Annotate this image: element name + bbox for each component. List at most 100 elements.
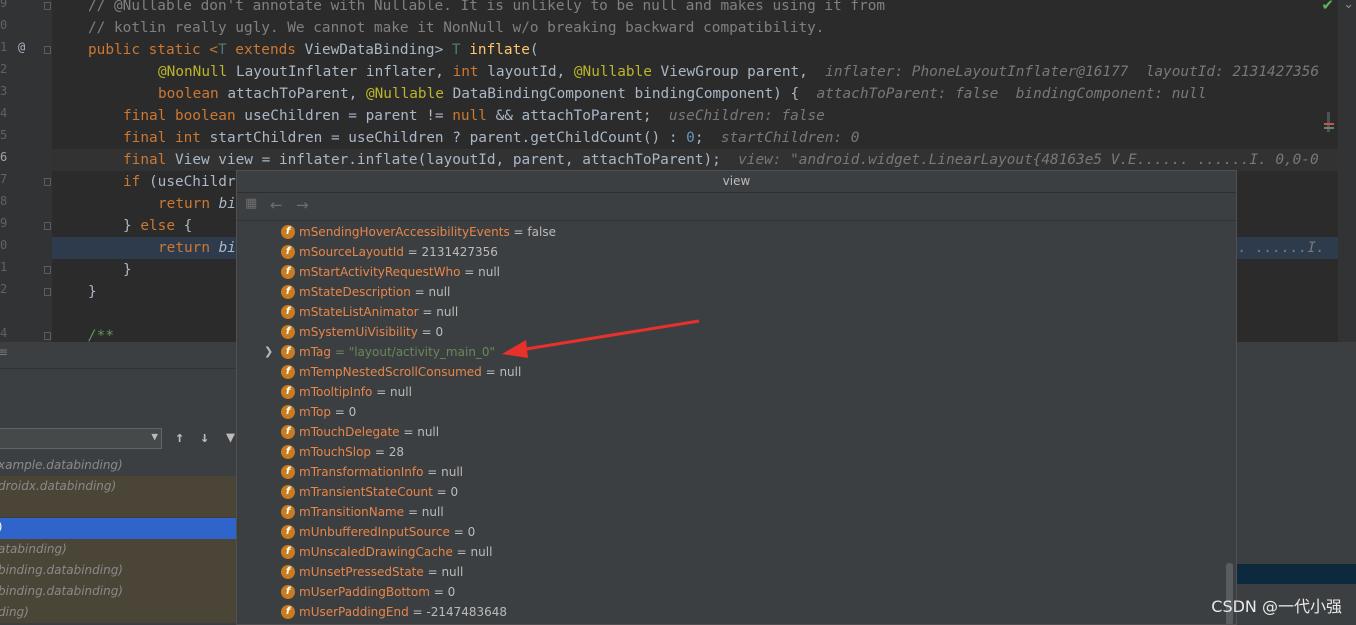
back-arrow-icon[interactable]: ←: [270, 196, 283, 214]
code-text: bi: [209, 196, 236, 212]
field-name: mStartActivityRequestWho: [299, 265, 461, 279]
code-line[interactable]: // kotlin really ugly. We cannot make it…: [52, 17, 1356, 39]
line-number: 7: [0, 172, 8, 186]
field-value: = null: [423, 465, 463, 479]
line-number: 3: [0, 84, 8, 98]
line-number: 4: [0, 326, 8, 340]
field-row[interactable]: f mUserPaddingEnd = -2147483648: [237, 602, 1236, 622]
stack-frame[interactable]: droidx.databinding): [0, 476, 236, 517]
code-line[interactable]: @NonNull LayoutInflater inflater, int la…: [52, 61, 1356, 83]
field-row[interactable]: f mTempNestedScrollConsumed = null: [237, 362, 1236, 382]
fold-icon[interactable]: [44, 178, 51, 186]
stack-frame[interactable]: binding.databinding): [0, 560, 236, 581]
field-value: = 0: [330, 405, 357, 419]
field-icon: f: [281, 505, 295, 519]
chevron-right-icon[interactable]: ❯: [264, 342, 273, 362]
forward-arrow-icon[interactable]: →: [296, 196, 309, 214]
fold-icon[interactable]: [44, 332, 51, 340]
field-value: = 0: [449, 525, 476, 539]
variables-row-selected[interactable]: [1237, 564, 1356, 584]
filter-icon[interactable]: ▼: [226, 428, 235, 446]
field-name: mTransitionName: [299, 505, 405, 519]
arrow-up-icon[interactable]: ↑: [175, 428, 184, 446]
field-row[interactable]: f mSourceLayoutId = 2131427356: [237, 242, 1236, 262]
field-row-expandable[interactable]: ❯ f mTag = "layout/activity_main_0": [237, 342, 1236, 362]
fold-icon[interactable]: [44, 222, 51, 230]
stack-frame-selected[interactable]: ): [0, 518, 236, 539]
annotation: @NonNull: [158, 64, 228, 80]
panel-menu-icon[interactable]: ≡: [0, 345, 8, 359]
inline-value-hint: useChildren: false: [668, 108, 825, 124]
code-line[interactable]: final int startChildren = useChildren ? …: [52, 127, 1356, 149]
field-list[interactable]: f mSendingHoverAccessibilityEvents = fals…: [237, 221, 1236, 624]
field-row[interactable]: f mSendingHoverAccessibilityEvents = fals…: [237, 222, 1236, 242]
field-row[interactable]: f mTooltipInfo = null: [237, 382, 1236, 402]
field-row[interactable]: f mUnscaledDrawingCache = null: [237, 542, 1236, 562]
code-text: && attachToParent;: [486, 108, 652, 124]
field-row[interactable]: f mTransientStateCount = 0: [237, 482, 1236, 502]
editor-gutter[interactable]: 9 0 1 2 3 4 5 6 7 8 9 0 1 2 4 @: [0, 0, 52, 342]
field-row[interactable]: f mTop = 0: [237, 402, 1236, 422]
field-row[interactable]: f mStateListAnimator = null: [237, 302, 1236, 322]
arrow-down-icon[interactable]: ↓: [200, 428, 209, 446]
code-text: ViewDataBinding>: [304, 42, 452, 58]
field-row[interactable]: f mUnsetPressedState = null: [237, 562, 1236, 582]
line-number: 6: [0, 150, 8, 164]
field-name: mStateDescription: [299, 285, 411, 299]
thread-selector[interactable]: ▼: [0, 428, 162, 449]
inspection-ok-icon[interactable]: ✔: [1321, 0, 1334, 14]
hierarchy-icon[interactable]: ▦: [245, 196, 257, 211]
method-name: inflate: [460, 42, 530, 58]
field-row[interactable]: f mTouchSlop = 28: [237, 442, 1236, 462]
field-value: = 2131427356: [403, 245, 498, 259]
field-value: = null: [460, 265, 500, 279]
code-text: View view = inflater.inflate(layoutId, p…: [166, 152, 721, 168]
line-number: 8: [0, 194, 8, 208]
error-stripe-mark[interactable]: [1324, 123, 1334, 125]
editor-scrollbar[interactable]: [1338, 0, 1356, 342]
stack-frame[interactable]: binding.databinding): [0, 581, 236, 602]
code-line[interactable]: public static <T extends ViewDataBinding…: [52, 39, 1356, 61]
field-icon: f: [281, 545, 295, 559]
code-line[interactable]: final boolean useChildren = parent != nu…: [52, 105, 1356, 127]
field-value: = 0: [417, 325, 444, 339]
keyword: else: [140, 218, 175, 234]
code-line[interactable]: // @Nullable don't annotate with Nullabl…: [52, 0, 1356, 17]
code-line-current[interactable]: final View view = inflater.inflate(layou…: [52, 149, 1356, 171]
field-name: mTop: [299, 405, 331, 419]
type-param: T: [217, 42, 227, 58]
chevron-down-icon[interactable]: ⌄: [1343, 0, 1354, 12]
field-row[interactable]: f mSystemUiVisibility = 0: [237, 322, 1236, 342]
fold-icon[interactable]: [44, 46, 51, 54]
fold-icon[interactable]: [44, 288, 51, 296]
fold-icon[interactable]: [44, 2, 51, 10]
field-name: mUserPaddingBottom: [299, 585, 430, 599]
field-row[interactable]: f mUnbufferedInputSource = 0: [237, 522, 1236, 542]
field-icon: f: [281, 285, 295, 299]
line-number: 5: [0, 128, 8, 142]
frame-label: binding.databinding): [0, 563, 123, 577]
variable-inspector-popup[interactable]: view ▦ ← → f mSendingHoverAccessibilityEv…: [236, 170, 1237, 625]
code-line[interactable]: boolean attachToParent, @Nullable DataBi…: [52, 83, 1356, 105]
inline-value-hint: startChildren: 0: [720, 130, 860, 146]
field-icon: f: [281, 365, 295, 379]
stack-frame[interactable]: atabinding): [0, 539, 236, 560]
field-row[interactable]: f mUserPaddingBottom = 0: [237, 582, 1236, 602]
scroll-thumb[interactable]: [1327, 112, 1330, 132]
field-name: mSourceLayoutId: [299, 245, 404, 259]
code-text: LayoutInflater inflater,: [227, 64, 453, 80]
stack-frame[interactable]: ding): [0, 602, 236, 623]
field-row[interactable]: f mTouchDelegate = null: [237, 422, 1236, 442]
doc-comment: /**: [88, 328, 114, 342]
field-row[interactable]: f mTransformationInfo = null: [237, 462, 1236, 482]
change-stripe-mark[interactable]: [1324, 127, 1334, 129]
fold-icon[interactable]: [44, 266, 51, 274]
field-row[interactable]: f mStateDescription = null: [237, 282, 1236, 302]
field-icon: f: [281, 605, 295, 619]
comment: // @Nullable don't annotate with Nullabl…: [88, 0, 886, 14]
keyword: extends: [226, 42, 305, 58]
override-marker-icon[interactable]: @: [18, 40, 25, 54]
field-row[interactable]: f mStartActivityRequestWho = null: [237, 262, 1236, 282]
stack-frame[interactable]: xample.databinding): [0, 455, 236, 476]
field-row[interactable]: f mTransitionName = null: [237, 502, 1236, 522]
